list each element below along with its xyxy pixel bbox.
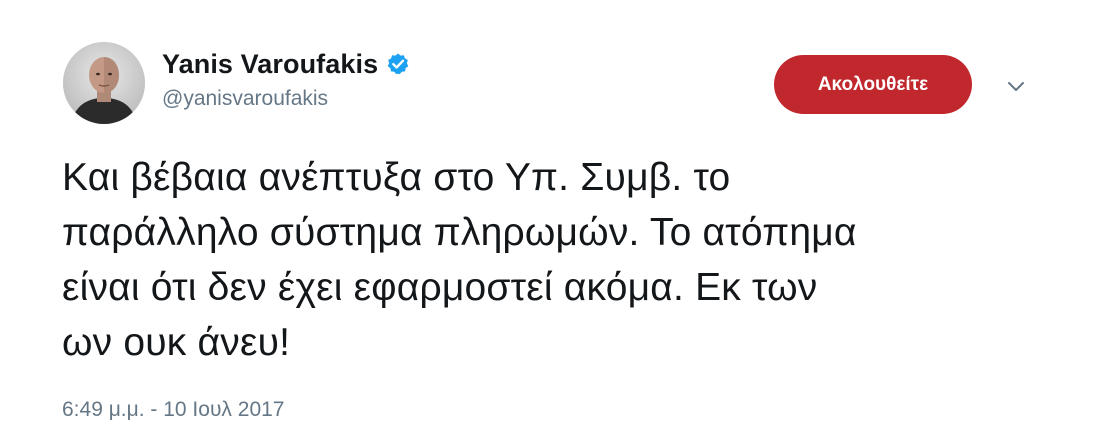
profile-photo-icon <box>63 42 145 124</box>
tweet-timestamp[interactable]: 6:49 μ.μ. - 10 Ιουλ 2017 <box>62 398 284 422</box>
tweet-text-line: παράλληλο σύστημα πληρωμών. Το ατόπημα <box>62 211 857 254</box>
chevron-down-icon[interactable] <box>1004 74 1028 98</box>
tweet-text-line: Και βέβαια ανέπτυξα στο Υπ. Συμβ. το <box>62 156 731 199</box>
avatar[interactable] <box>63 42 145 124</box>
tweet-text-line: ων ουκ άνευ! <box>62 321 291 364</box>
verified-badge-icon <box>386 52 410 76</box>
tweet-text-line: είναι ότι δεν έχει εφαρμοστεί ακόμα. Εκ … <box>62 266 818 309</box>
following-button[interactable]: Ακολουθείτε <box>774 55 972 114</box>
author-name-row: Yanis Varoufakis <box>162 46 410 82</box>
tweet-card: Yanis Varoufakis @yanisvaroufakis Ακολου… <box>0 0 1098 443</box>
tweet-text: Και βέβαια ανέπτυξα στο Υπ. Συμβ. το παρ… <box>62 150 1022 370</box>
author-display-name[interactable]: Yanis Varoufakis <box>162 49 378 80</box>
author-handle[interactable]: @yanisvaroufakis <box>162 87 328 111</box>
